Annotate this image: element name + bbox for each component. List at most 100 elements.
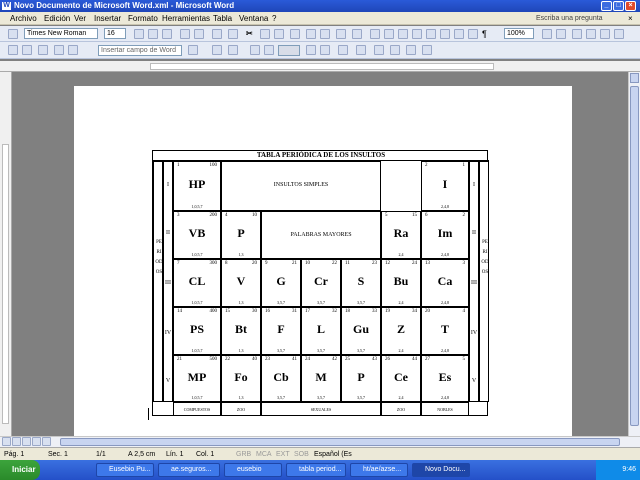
view-merged-icon[interactable]	[212, 45, 222, 55]
web-view-icon[interactable]	[12, 437, 21, 446]
italic-icon[interactable]	[320, 29, 330, 39]
task-novo-docu[interactable]: Novo Docu...	[412, 463, 470, 477]
styles-icon[interactable]	[8, 29, 18, 39]
element-symbol: VB	[188, 226, 206, 240]
open-data-icon[interactable]	[22, 45, 32, 55]
merge-fields-icon[interactable]	[188, 45, 198, 55]
research-icon[interactable]	[228, 29, 238, 39]
close-button[interactable]: ×	[625, 1, 636, 11]
merge-fax-icon[interactable]	[422, 45, 432, 55]
highlight-fields-icon[interactable]	[228, 45, 238, 55]
insert-field-box[interactable]: Insertar campo de Word	[98, 45, 182, 56]
minimize-button[interactable]: _	[601, 1, 612, 11]
menu-archivo[interactable]: Archivo	[10, 14, 37, 23]
next-record-icon[interactable]	[306, 45, 316, 55]
tables-icon[interactable]	[384, 29, 394, 39]
zoom-select[interactable]: 100%	[504, 28, 534, 39]
menu-insertar[interactable]: Insertar	[94, 14, 121, 23]
excel-icon[interactable]	[412, 29, 422, 39]
save-icon[interactable]	[162, 29, 172, 39]
menu-ventana[interactable]: Ventana	[239, 14, 268, 23]
merge-doc-icon[interactable]	[374, 45, 384, 55]
start-button[interactable]: Iniciar	[0, 460, 40, 480]
address-block-icon[interactable]	[54, 45, 64, 55]
task-eusebio[interactable]: eusebio	[224, 463, 282, 477]
new-icon[interactable]	[134, 29, 144, 39]
hyperlink-icon[interactable]	[370, 29, 380, 39]
read-mode-icon[interactable]	[556, 29, 566, 39]
element-valence: 1,3	[238, 395, 244, 400]
record-box[interactable]	[278, 45, 300, 56]
element-value: 43	[372, 357, 377, 362]
main-doc-icon[interactable]	[8, 45, 18, 55]
status-mrk[interactable]: MCA	[256, 451, 272, 458]
redo-icon[interactable]	[352, 29, 362, 39]
align-right-icon[interactable]	[600, 29, 610, 39]
menu-herramientas[interactable]: Herramientas	[162, 14, 210, 23]
greeting-icon[interactable]	[68, 45, 78, 55]
horizontal-scrollbar[interactable]	[0, 436, 640, 447]
print-view-icon[interactable]	[22, 437, 31, 446]
print-icon[interactable]	[180, 29, 190, 39]
prev-record-icon[interactable]	[264, 45, 274, 55]
find-entry-icon[interactable]	[338, 45, 348, 55]
vertical-ruler[interactable]	[0, 72, 12, 436]
drawing-icon[interactable]	[440, 29, 450, 39]
menu-formato[interactable]: Formato	[128, 14, 158, 23]
docmap-icon[interactable]	[454, 29, 464, 39]
merge-email-icon[interactable]	[406, 45, 416, 55]
preview-icon[interactable]	[194, 29, 204, 39]
last-record-icon[interactable]	[320, 45, 330, 55]
columns-icon[interactable]	[426, 29, 436, 39]
check-errors-icon[interactable]	[356, 45, 366, 55]
pilcrow-icon[interactable]: ¶	[482, 29, 492, 39]
copy-icon[interactable]	[260, 29, 270, 39]
normal-view-icon[interactable]	[2, 437, 11, 446]
menu-edicion[interactable]: Edición	[44, 14, 70, 23]
merge-printer-icon[interactable]	[390, 45, 400, 55]
element-cell: 17 32 L 3,5,7	[301, 307, 341, 355]
horizontal-ruler[interactable]	[0, 61, 640, 72]
show-hide-icon[interactable]	[468, 29, 478, 39]
open-icon[interactable]	[148, 29, 158, 39]
element-value: 23	[372, 261, 377, 266]
recipients-icon[interactable]	[38, 45, 48, 55]
status-ovr[interactable]: SOB	[294, 451, 309, 458]
paste-icon[interactable]	[274, 29, 284, 39]
spelling-icon[interactable]	[212, 29, 222, 39]
outline-view-icon[interactable]	[32, 437, 41, 446]
help-icon[interactable]	[542, 29, 552, 39]
bold-icon[interactable]	[306, 29, 316, 39]
menu-help[interactable]: ?	[272, 14, 276, 23]
menu-ver[interactable]: Ver	[74, 14, 86, 23]
task-tabla-period[interactable]: tabla period...	[286, 463, 346, 477]
task-ae-seguros[interactable]: ae.seguros...	[158, 463, 220, 477]
scroll-thumb[interactable]	[630, 86, 639, 426]
status-rec[interactable]: GRB	[236, 451, 251, 458]
task-ht-ae-azse[interactable]: ht/ae/azse...	[350, 463, 408, 477]
element-number: 22	[225, 357, 230, 362]
period-label: V	[165, 378, 171, 384]
format-painter-icon[interactable]	[290, 29, 300, 39]
vertical-scrollbar[interactable]	[628, 72, 640, 436]
insert-table-icon[interactable]	[398, 29, 408, 39]
cut-icon[interactable]: ✂	[246, 29, 256, 39]
element-cell: 16 31 F 3,5,7	[261, 307, 301, 355]
hscroll-thumb[interactable]	[60, 438, 620, 446]
first-record-icon[interactable]	[250, 45, 260, 55]
undo-icon[interactable]	[336, 29, 346, 39]
status-ext[interactable]: EXT	[276, 451, 290, 458]
doc-close-icon[interactable]: ×	[628, 14, 633, 23]
task-eusebio-pu[interactable]: Eusebio Pu...	[96, 463, 154, 477]
scroll-up-icon[interactable]	[630, 73, 639, 83]
maximize-button[interactable]: □	[613, 1, 624, 11]
font-select[interactable]: Times New Roman	[24, 28, 98, 39]
toolbar-mailmerge: Insertar campo de Word	[0, 42, 640, 59]
align-left-icon[interactable]	[572, 29, 582, 39]
justify-icon[interactable]	[614, 29, 624, 39]
menu-tabla[interactable]: Tabla	[213, 14, 232, 23]
font-size-select[interactable]: 16	[104, 28, 126, 39]
align-center-icon[interactable]	[586, 29, 596, 39]
ask-question-box[interactable]: Escriba una pregunta	[536, 13, 610, 24]
reading-view-icon[interactable]	[42, 437, 51, 446]
